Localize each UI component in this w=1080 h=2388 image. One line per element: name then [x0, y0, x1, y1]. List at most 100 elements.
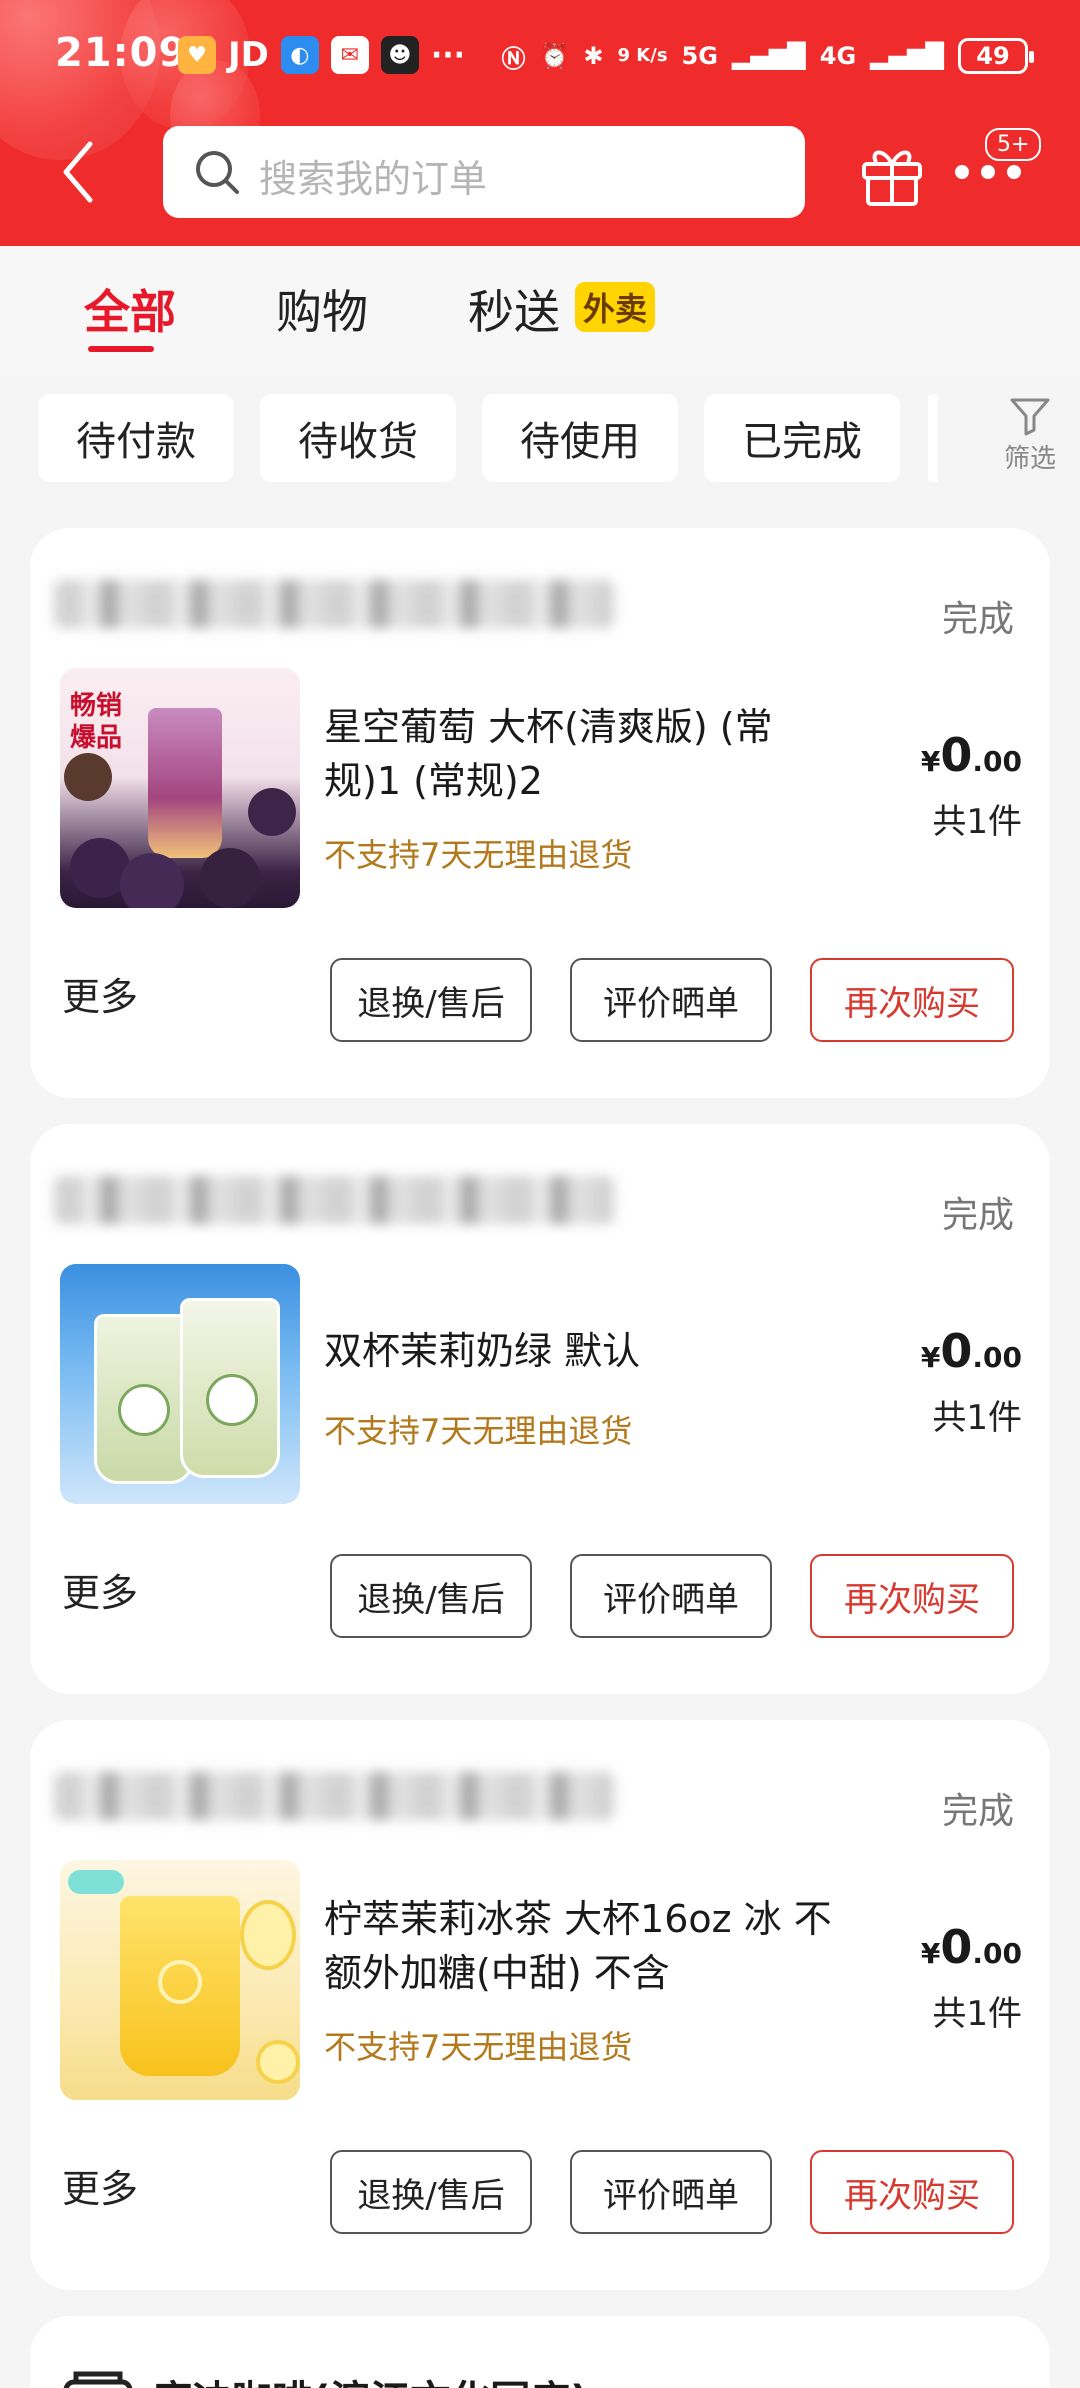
signal-bars-icon: ▂▄▆█ [870, 42, 944, 70]
filter-label: 筛选 [1003, 444, 1056, 474]
cup-logo-graphic [158, 1960, 202, 2004]
mascot-graphic [118, 1384, 170, 1436]
order-status: 完成 [941, 1791, 1014, 1832]
mascot-graphic [206, 1374, 258, 1426]
shop-name[interactable]: 库迪咖啡(滨江文化园店) [152, 2368, 589, 2388]
return-aftersale-button[interactable]: 退换/售后 [330, 958, 532, 1042]
back-arrow-icon[interactable] [60, 140, 96, 204]
buy-again-button[interactable]: 再次购买 [810, 1554, 1014, 1638]
order-search-input[interactable]: 搜索我的订单 [163, 126, 805, 218]
price-integer: 0 [940, 728, 973, 782]
product-image[interactable] [60, 1264, 300, 1504]
chip-overflow-edge [928, 394, 938, 482]
signal-bars-icon: ▂▄▆█ [731, 42, 806, 70]
cat-app-icon: ☻ [380, 36, 419, 74]
product-title[interactable]: 柠萃茉莉冰茶 大杯16oz 冰 不额外加糖(中甜) 不含 [324, 1892, 844, 2000]
product-image[interactable]: 畅销爆品 [60, 668, 300, 908]
order-card[interactable]: 完成 柠萃茉莉冰茶 大杯16oz 冰 不额外加糖(中甜) 不含 不支持7天无理由… [30, 1720, 1050, 2290]
review-button[interactable]: 评价晒单 [570, 958, 772, 1042]
jd-app-icon: JD [228, 35, 269, 75]
search-icon [196, 151, 239, 194]
currency-symbol: ¥ [920, 1937, 941, 1970]
return-policy-note: 不支持7天无理由退货 [324, 836, 633, 874]
order-quantity: 共1件 [932, 802, 1022, 842]
order-status: 完成 [942, 2378, 1014, 2388]
return-aftersale-button[interactable]: 退换/售后 [330, 2150, 532, 2234]
signal-5g: 5G [681, 42, 718, 70]
drink-cup-graphic [148, 708, 222, 858]
order-quantity: 共1件 [932, 1994, 1022, 2034]
return-aftersale-button[interactable]: 退换/售后 [330, 1554, 532, 1638]
shop-name-blurred [54, 1176, 614, 1224]
mail-app-icon: ✉ [330, 36, 369, 74]
browser-app-icon: ◐ [280, 36, 319, 74]
signal-4g: 4G [819, 42, 857, 70]
gift-icon[interactable] [858, 140, 926, 208]
status-time: 21:09 [55, 30, 188, 76]
more-menu-icon[interactable] [955, 165, 1021, 179]
order-status: 完成 [941, 1195, 1014, 1236]
order-price: ¥0.00 [921, 728, 1022, 782]
grape-graphic [64, 753, 112, 801]
lemon-slice-graphic [256, 2040, 300, 2084]
more-actions-link[interactable]: 更多 [62, 966, 138, 1021]
price-integer: 0 [940, 1920, 973, 1974]
status-filter-chips: 待付款 待收货 待使用 已完成 筛选 [0, 390, 1080, 486]
system-status-icons: Ⓝ ⏰ ✱ 9 K/s 5G ▂▄▆█ 4G ▂▄▆█ 49 [501, 38, 1034, 74]
order-status: 完成 [941, 599, 1014, 640]
order-price: ¥0.00 [921, 1920, 1022, 1974]
network-speed: 9 K/s [617, 45, 668, 66]
price-decimal: .00 [972, 1341, 1022, 1374]
product-title[interactable]: 星空葡萄 大杯(清爽版) (常规)1 (常规)2 [324, 700, 844, 808]
filter-button[interactable]: 筛选 [980, 390, 1080, 486]
message-badge: 5+ [985, 128, 1042, 161]
tab-shopping[interactable]: 购物 [276, 276, 368, 342]
order-card[interactable]: 库迪咖啡(滨江文化园店) 完成 [30, 2316, 1050, 2388]
tab-all[interactable]: 全部 [84, 276, 176, 342]
order-quantity: 共1件 [932, 1398, 1022, 1438]
shop-name-blurred [54, 580, 614, 628]
return-policy-note: 不支持7天无理由退货 [324, 2028, 633, 2066]
grape-graphic [120, 853, 184, 908]
funnel-icon [1010, 398, 1050, 436]
product-title[interactable]: 双杯茉莉奶绿 默认 [324, 1324, 844, 1378]
grape-graphic [200, 848, 260, 908]
price-decimal: .00 [972, 1937, 1022, 1970]
bluetooth-icon: ✱ [583, 42, 604, 70]
chip-completed[interactable]: 已完成 [704, 394, 900, 482]
takeout-badge: 外卖 [575, 282, 656, 332]
battery-indicator: 49 [958, 38, 1034, 74]
buy-again-button[interactable]: 再次购买 [810, 958, 1014, 1042]
review-button[interactable]: 评价晒单 [570, 1554, 772, 1638]
nfc-icon: Ⓝ [501, 44, 526, 73]
shop-name-blurred [54, 1772, 614, 1820]
currency-symbol: ¥ [920, 745, 941, 778]
order-card[interactable]: 完成 双杯茉莉奶绿 默认 不支持7天无理由退货 ¥0.00 共1件 更多 退换/… [30, 1124, 1050, 1694]
more-actions-link[interactable]: 更多 [62, 1562, 138, 1617]
price-integer: 0 [940, 1324, 973, 1378]
order-price: ¥0.00 [921, 1324, 1022, 1378]
buy-again-button[interactable]: 再次购买 [810, 2150, 1014, 2234]
order-card[interactable]: 完成 畅销爆品 星空葡萄 大杯(清爽版) (常规)1 (常规)2 不支持7天无理… [30, 528, 1050, 1098]
chip-pending-use[interactable]: 待使用 [482, 394, 678, 482]
alarm-icon: ⏰ [539, 42, 570, 70]
promo-tag-graphic [68, 1870, 124, 1894]
product-image[interactable] [60, 1860, 300, 2100]
tab-active-indicator [88, 346, 154, 352]
shop-icon [63, 2371, 133, 2388]
header-bar: 21:09 ♥ JD ◐ ✉ ☻ ··· Ⓝ ⏰ ✱ 9 K/s 5G ▂▄▆█… [0, 0, 1080, 246]
search-placeholder: 搜索我的订单 [259, 157, 488, 201]
price-decimal: .00 [972, 745, 1022, 778]
review-button[interactable]: 评价晒单 [570, 2150, 772, 2234]
heart-app-icon: ♥ [178, 36, 216, 74]
lemon-slice-graphic [240, 1900, 296, 1970]
chip-pending-payment[interactable]: 待付款 [38, 394, 234, 482]
chip-pending-receipt[interactable]: 待收货 [260, 394, 456, 482]
tab-instant-delivery[interactable]: 秒送 [468, 276, 560, 342]
status-bar: 21:09 ♥ JD ◐ ✉ ☻ ··· Ⓝ ⏰ ✱ 9 K/s 5G ▂▄▆█… [0, 30, 1080, 90]
bestseller-tag: 畅销爆品 [70, 691, 123, 753]
more-actions-link[interactable]: 更多 [62, 2158, 138, 2213]
more-notifications-icon: ··· [430, 37, 466, 73]
battery-level: 49 [976, 42, 1010, 70]
order-type-tabs: 全部 购物 秒送 外卖 [0, 246, 1080, 376]
